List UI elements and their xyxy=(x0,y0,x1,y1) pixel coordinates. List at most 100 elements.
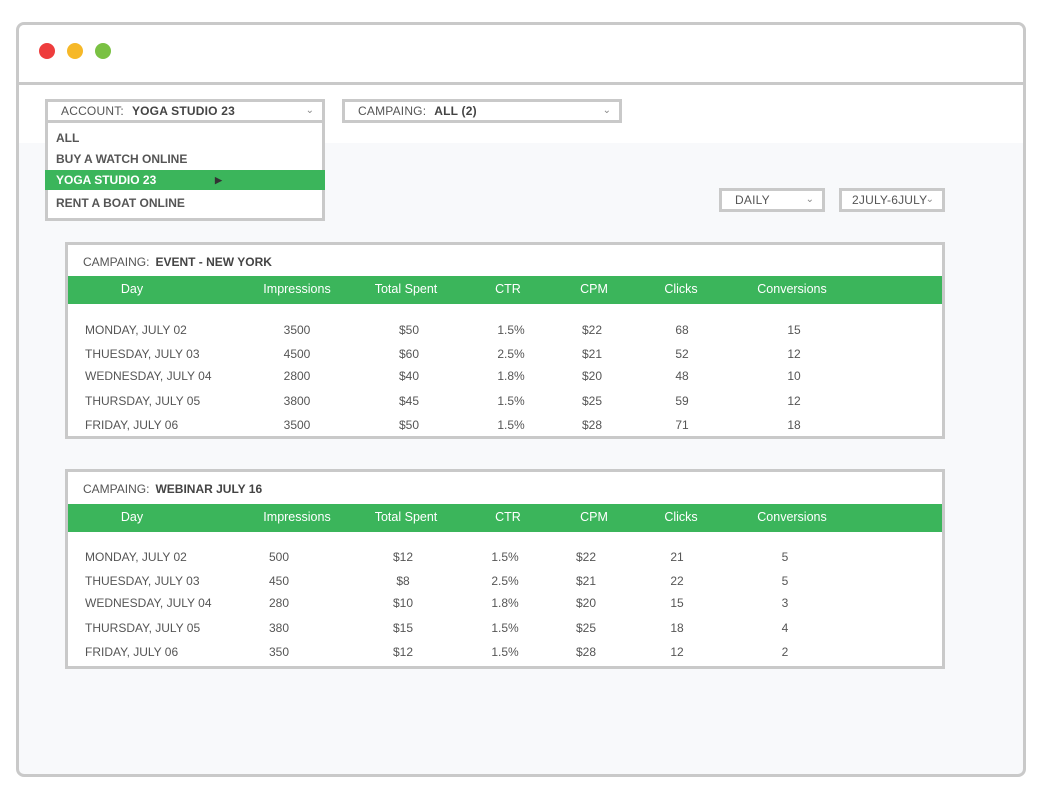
table-cell: 3800 xyxy=(283,394,311,408)
table-cell: 21 xyxy=(670,550,684,564)
table-cell: $28 xyxy=(575,645,597,659)
table-cell: $12 xyxy=(392,645,414,659)
table-cell: THUESDAY, JULY 03 xyxy=(85,574,200,588)
dropdown-item-rent-a-boat-online[interactable]: RENT A BOAT ONLINE xyxy=(48,193,322,213)
table-row: MONDAY, JULY 02 3500 $50 1.5% $22 68 15 xyxy=(68,320,942,340)
account-dropdown-menu: ALL BUY A WATCH ONLINE YOGA STUDIO 23 ▶ … xyxy=(45,123,325,221)
table-cell: 5 xyxy=(781,550,789,564)
table-cell: 280 xyxy=(268,596,290,610)
account-value: YOGA STUDIO 23 xyxy=(131,104,235,118)
maximize-window-button[interactable] xyxy=(95,43,111,59)
table-row: FRIDAY, JULY 06 3500 $50 1.5% $28 71 18 xyxy=(68,415,942,435)
table-cell: 10 xyxy=(787,369,801,383)
table-cell: 3500 xyxy=(283,418,311,432)
table-cell: $20 xyxy=(575,596,597,610)
column-header[interactable]: CTR xyxy=(495,510,521,524)
table-cell: $28 xyxy=(581,418,603,432)
close-window-button[interactable] xyxy=(39,43,55,59)
table-cell: WEDNESDAY, JULY 04 xyxy=(85,369,212,383)
campaign-value: ALL (2) xyxy=(434,104,477,118)
table-cell: 1.8% xyxy=(497,369,525,383)
period-value: DAILY xyxy=(735,193,770,207)
table-cell: 3500 xyxy=(283,323,311,337)
table-cell: $45 xyxy=(398,394,420,408)
table-cell: $12 xyxy=(392,550,414,564)
table-cell: 59 xyxy=(675,394,689,408)
table-cell: $22 xyxy=(581,323,603,337)
table-cell: THURSDAY, JULY 05 xyxy=(85,621,201,635)
table-cell: $60 xyxy=(398,347,420,361)
table-cell: 22 xyxy=(670,574,684,588)
column-header[interactable]: Impressions xyxy=(263,282,330,296)
column-header[interactable]: CPM xyxy=(580,282,608,296)
column-header[interactable]: CTR xyxy=(495,282,521,296)
table-cell: $21 xyxy=(575,574,597,588)
table-cell: 380 xyxy=(268,621,290,635)
caret-right-icon: ▶ xyxy=(215,175,222,185)
period-select[interactable]: DAILY ⌄ xyxy=(719,188,825,212)
table-cell: $21 xyxy=(581,347,603,361)
table-cell: $10 xyxy=(392,596,414,610)
table-cell: 68 xyxy=(675,323,689,337)
table-cell: FRIDAY, JULY 06 xyxy=(85,418,179,432)
table-cell: 1.5% xyxy=(491,621,519,635)
table-row: THUESDAY, JULY 03 450 $8 2.5% $21 22 5 xyxy=(68,571,942,591)
table-header: Day Impressions Total Spent CTR CPM Clicks Con… xyxy=(68,504,942,532)
chevron-down-icon: ⌄ xyxy=(925,194,934,205)
campaign-title-label: CAMPAING: xyxy=(83,255,150,269)
chevron-down-icon: ⌄ xyxy=(602,105,611,116)
column-header[interactable]: Conversions xyxy=(757,282,826,296)
table-cell: 48 xyxy=(675,369,689,383)
account-select[interactable]: ACCOUNT: YOGA STUDIO 23 ⌄ xyxy=(45,99,325,123)
date-range-select[interactable]: 2JULY-6JULY ⌄ xyxy=(839,188,945,212)
table-cell: $50 xyxy=(398,323,420,337)
column-header[interactable]: CPM xyxy=(580,510,608,524)
table-cell: 2.5% xyxy=(491,574,519,588)
campaign-label: CAMPAING: xyxy=(358,104,427,118)
date-range-value: 2JULY-6JULY xyxy=(852,193,928,207)
table-cell: 450 xyxy=(268,574,290,588)
table-cell: MONDAY, JULY 02 xyxy=(85,550,187,564)
campaign-select[interactable]: CAMPAING: ALL (2) ⌄ xyxy=(342,99,622,123)
table-row: FRIDAY, JULY 06 350 $12 1.5% $28 12 2 xyxy=(68,642,942,662)
table-cell: 2800 xyxy=(283,369,311,383)
table-cell: 4 xyxy=(781,621,789,635)
table-cell: 3 xyxy=(781,596,789,610)
column-header[interactable]: Total Spent xyxy=(375,510,438,524)
campaign-table-event-new-york: CAMPAING: EVENT - NEW YORK Day Impressions T… xyxy=(65,242,945,439)
table-cell: MONDAY, JULY 02 xyxy=(85,323,187,337)
campaign-table-webinar-july-16: CAMPAING: WEBINAR JULY 16 Day Impressions To… xyxy=(65,469,945,669)
dropdown-item-buy-a-watch-online[interactable]: BUY A WATCH ONLINE xyxy=(48,149,322,169)
table-row: MONDAY, JULY 02 500 $12 1.5% $22 21 5 xyxy=(68,547,942,567)
column-header[interactable]: Day xyxy=(121,282,143,296)
table-cell: 1.5% xyxy=(491,645,519,659)
table-cell: $22 xyxy=(575,550,597,564)
minimize-window-button[interactable] xyxy=(67,43,83,59)
campaign-title-name: EVENT - NEW YORK xyxy=(155,255,272,269)
table-cell: $25 xyxy=(575,621,597,635)
table-cell: 1.8% xyxy=(491,596,519,610)
table-cell: 2 xyxy=(781,645,789,659)
dropdown-item-yoga-studio-23[interactable]: YOGA STUDIO 23 ▶ xyxy=(45,170,325,190)
table-cell: 18 xyxy=(787,418,801,432)
title-bar xyxy=(19,25,1023,85)
campaign-title-name: WEBINAR JULY 16 xyxy=(155,482,263,496)
table-cell: 2.5% xyxy=(497,347,525,361)
column-header[interactable]: Day xyxy=(121,510,143,524)
table-cell: 12 xyxy=(670,645,684,659)
table-cell: $8 xyxy=(396,574,410,588)
dropdown-item-all[interactable]: ALL xyxy=(48,128,322,148)
table-cell: 1.5% xyxy=(497,323,525,337)
column-header[interactable]: Total Spent xyxy=(375,282,438,296)
table-header: Day Impressions Total Spent CTR CPM Clicks Con… xyxy=(68,276,942,304)
campaign-title: CAMPAING: WEBINAR JULY 16 xyxy=(83,482,262,496)
column-header[interactable]: Clicks xyxy=(664,282,697,296)
table-cell: $20 xyxy=(581,369,603,383)
column-header[interactable]: Conversions xyxy=(757,510,826,524)
chevron-down-icon: ⌄ xyxy=(805,194,814,205)
table-cell: $25 xyxy=(581,394,603,408)
column-header[interactable]: Impressions xyxy=(263,510,330,524)
column-header[interactable]: Clicks xyxy=(664,510,697,524)
table-cell: 52 xyxy=(675,347,689,361)
table-cell: 350 xyxy=(268,645,290,659)
